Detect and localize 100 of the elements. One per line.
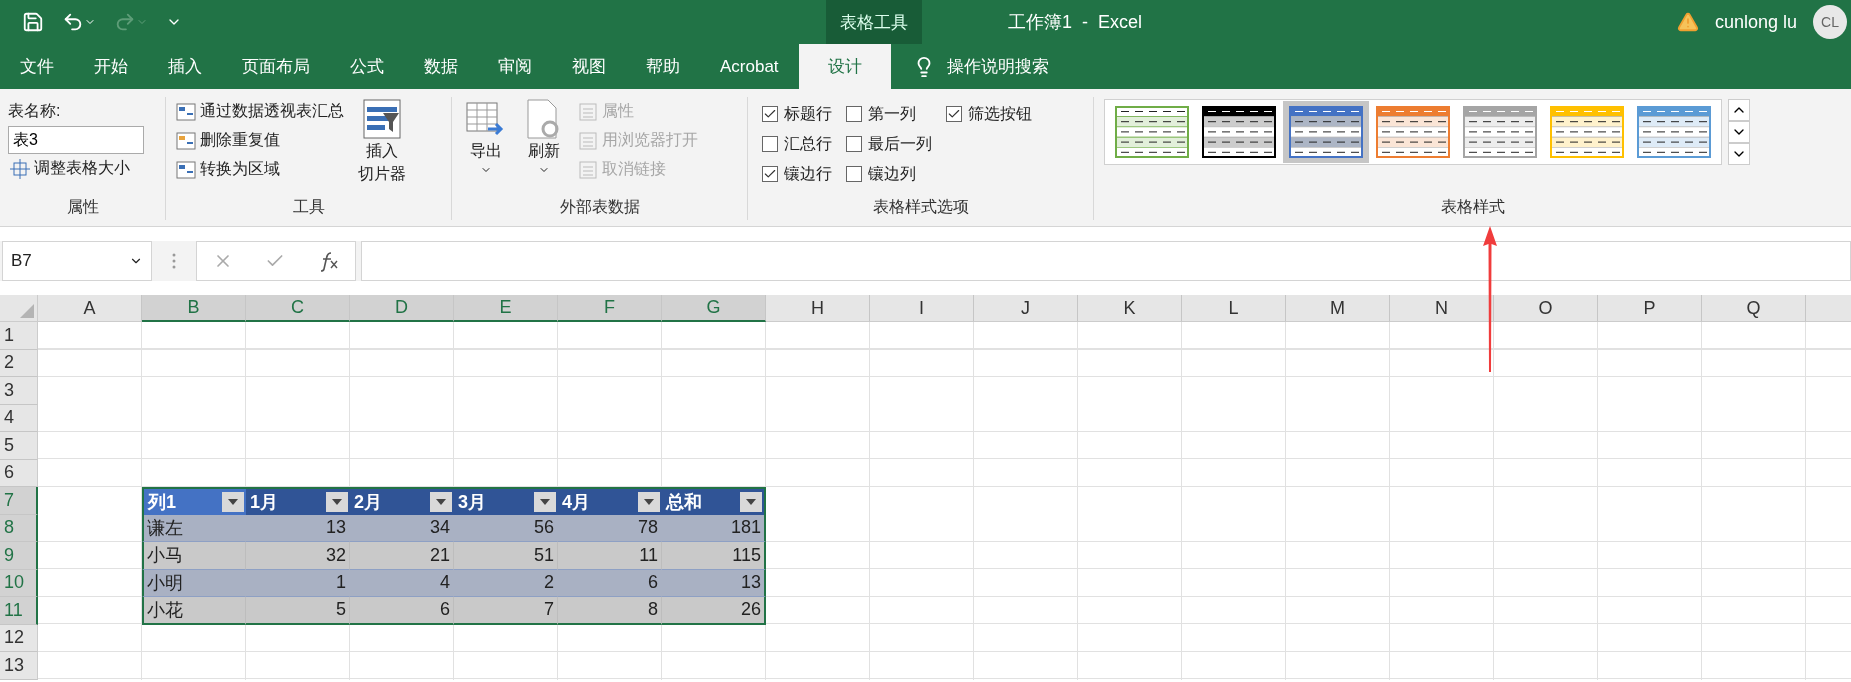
row-header[interactable]: 5 <box>0 432 38 460</box>
ribbon-tab[interactable]: 文件 <box>0 44 74 89</box>
row-header[interactable]: 7 <box>0 487 38 515</box>
row-header[interactable]: 6 <box>0 459 38 487</box>
filter-dropdown-button[interactable] <box>326 491 348 512</box>
column-header[interactable]: K <box>1078 295 1182 322</box>
ribbon-tab[interactable]: 数据 <box>404 44 478 89</box>
scroll-up-button[interactable] <box>1728 99 1750 121</box>
row-header[interactable]: 13 <box>0 652 38 680</box>
tell-me-search[interactable]: 操作说明搜索 <box>912 44 1049 89</box>
table-cell: 21 <box>350 542 454 570</box>
table-header-cell[interactable]: 列1 <box>142 487 246 515</box>
style-option-checkbox[interactable]: 最后一列 <box>846 129 932 159</box>
column-header[interactable]: P <box>1598 295 1702 322</box>
ribbon-tab[interactable]: 插入 <box>148 44 222 89</box>
caret-icon <box>540 498 550 505</box>
row-header[interactable]: 1 <box>0 322 38 350</box>
column-header[interactable]: I <box>870 295 974 322</box>
row-header[interactable]: 10 <box>0 569 38 597</box>
tool-button[interactable]: 转换为区域 <box>174 155 346 184</box>
undo-icon[interactable] <box>62 11 96 33</box>
more-styles-button[interactable] <box>1728 143 1750 165</box>
column-header[interactable]: E <box>454 295 558 322</box>
filter-dropdown-button[interactable] <box>740 491 762 512</box>
style-option-checkbox[interactable]: 标题行 <box>762 99 832 129</box>
column-header[interactable]: G <box>662 295 766 322</box>
ribbon-tab[interactable]: Acrobat <box>700 44 799 89</box>
checkbox[interactable] <box>846 136 862 152</box>
style-option-checkbox[interactable]: 汇总行 <box>762 129 832 159</box>
table-header-cell[interactable]: 2月 <box>350 487 454 515</box>
filter-dropdown-button[interactable] <box>534 491 556 512</box>
table-header-cell[interactable]: 3月 <box>454 487 558 515</box>
table-style-option[interactable] <box>1283 101 1369 163</box>
scroll-down-button[interactable] <box>1728 121 1750 143</box>
ribbon-tab[interactable]: 设计 <box>798 44 891 89</box>
row-header[interactable]: 9 <box>0 542 38 570</box>
group-title: 工具 <box>291 197 326 217</box>
filter-dropdown-button[interactable] <box>430 491 452 512</box>
warning-icon[interactable] <box>1676 11 1699 33</box>
column-header[interactable]: A <box>38 295 142 322</box>
style-option-checkbox[interactable]: 筛选按钮 <box>946 99 1032 129</box>
row-header[interactable]: 3 <box>0 377 38 405</box>
table-name-field[interactable]: 表3 <box>8 126 144 154</box>
checkbox[interactable] <box>762 166 778 182</box>
row-header[interactable]: 8 <box>0 514 38 542</box>
filter-dropdown-button[interactable] <box>638 491 660 512</box>
row-header[interactable]: 2 <box>0 349 38 377</box>
column-header[interactable]: D <box>350 295 454 322</box>
column-header[interactable]: H <box>766 295 870 322</box>
ribbon-tab[interactable]: 审阅 <box>478 44 552 89</box>
style-option-checkbox[interactable]: 镶边行 <box>762 159 832 189</box>
row-header[interactable]: 11 <box>0 597 38 625</box>
table-cell: 13 <box>662 569 766 597</box>
checkbox[interactable] <box>762 106 778 122</box>
table-cell: 26 <box>662 597 766 625</box>
resize-table-button[interactable]: 调整表格大小 <box>8 154 157 183</box>
column-header[interactable]: O <box>1494 295 1598 322</box>
column-header[interactable]: J <box>974 295 1078 322</box>
ribbon-tab[interactable]: 开始 <box>74 44 148 89</box>
refresh-button[interactable]: 刷新 <box>518 97 570 197</box>
avatar[interactable]: CL <box>1813 5 1847 39</box>
resize-icon <box>10 158 30 179</box>
column-header[interactable]: N <box>1390 295 1494 322</box>
filter-dropdown-button[interactable] <box>222 491 244 512</box>
checkbox[interactable] <box>846 106 862 122</box>
table-cell: 181 <box>662 514 766 542</box>
style-option-checkbox[interactable]: 镶边列 <box>846 159 932 189</box>
column-header[interactable]: M <box>1286 295 1390 322</box>
formula-input[interactable] <box>361 241 1851 281</box>
table-cell: 4 <box>350 569 454 597</box>
column-header[interactable]: C <box>246 295 350 322</box>
caret-icon <box>332 498 342 505</box>
checkbox[interactable] <box>946 106 962 122</box>
user-name[interactable]: cunlong lu <box>1714 11 1797 33</box>
tool-button[interactable]: 通过数据透视表汇总 <box>174 97 346 126</box>
table-header-cell[interactable]: 总和 <box>662 487 766 515</box>
column-header[interactable]: L <box>1182 295 1286 322</box>
style-option-checkbox[interactable]: 第一列 <box>846 99 932 129</box>
ribbon-tab[interactable]: 公式 <box>330 44 404 89</box>
tool-icon <box>176 101 196 122</box>
ribbon-tab[interactable]: 页面布局 <box>222 44 330 89</box>
save-icon[interactable] <box>22 11 44 33</box>
insert-slicer-button[interactable]: 插入 切片器 <box>352 97 412 197</box>
ribbon-tab[interactable]: 帮助 <box>626 44 700 89</box>
table-cell: 6 <box>558 569 662 597</box>
column-header[interactable]: Q <box>1702 295 1806 322</box>
ribbon-tab[interactable]: 视图 <box>552 44 626 89</box>
column-header[interactable]: F <box>558 295 662 322</box>
row-header[interactable]: 4 <box>0 404 38 432</box>
table-cell: 34 <box>350 514 454 542</box>
export-button[interactable]: 导出 <box>460 97 512 197</box>
table-header-cell[interactable]: 1月 <box>246 487 350 515</box>
checkbox[interactable] <box>846 166 862 182</box>
table-cell: 7 <box>454 597 558 625</box>
name-box[interactable]: B7 <box>2 241 152 281</box>
row-header[interactable]: 12 <box>0 624 38 652</box>
tool-button[interactable]: 删除重复值 <box>174 126 346 155</box>
table-header-cell[interactable]: 4月 <box>558 487 662 515</box>
checkbox[interactable] <box>762 136 778 152</box>
column-header[interactable]: B <box>142 295 246 322</box>
